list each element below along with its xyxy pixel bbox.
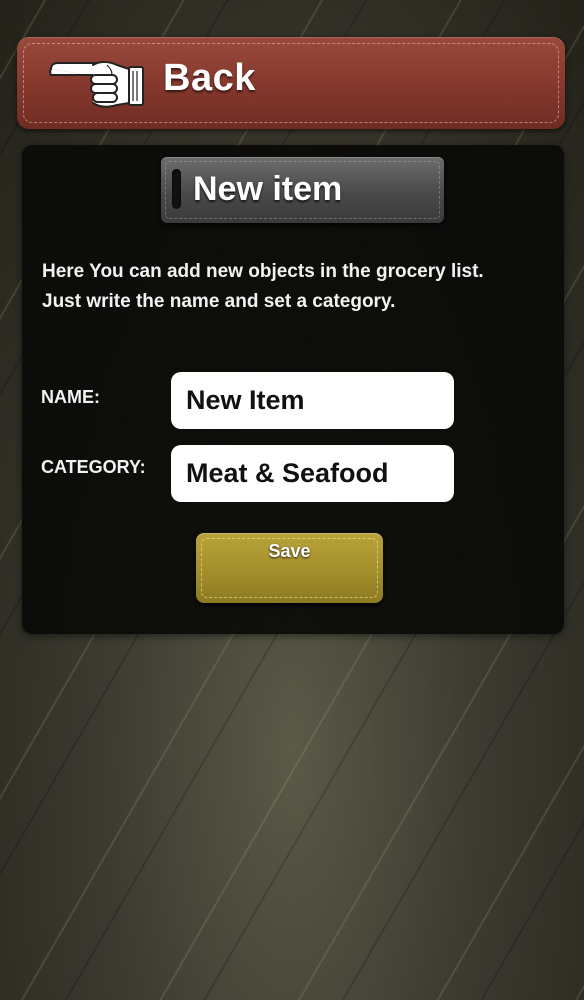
save-label: Save: [268, 541, 311, 561]
category-label: CATEGORY:: [41, 457, 146, 477]
back-label: Back: [163, 57, 256, 99]
name-input[interactable]: New Item: [171, 372, 454, 429]
instructions-text: Here You can add new objects in the groc…: [42, 257, 542, 317]
instructions-line-1: Here You can add new objects in the groc…: [42, 261, 484, 282]
back-button[interactable]: Back: [17, 37, 565, 129]
new-item-panel: New item Here You can add new objects in…: [22, 145, 564, 634]
instructions-line-2: Just write the name and set a category.: [42, 291, 396, 312]
title-tab: New item: [161, 157, 444, 223]
category-select[interactable]: Meat & Seafood: [171, 445, 454, 502]
page-title: New item: [193, 170, 343, 208]
save-button[interactable]: Save: [196, 533, 383, 603]
pointing-hand-left-icon: [49, 61, 144, 108]
tab-notch: [172, 169, 181, 209]
name-label: NAME:: [41, 387, 100, 407]
